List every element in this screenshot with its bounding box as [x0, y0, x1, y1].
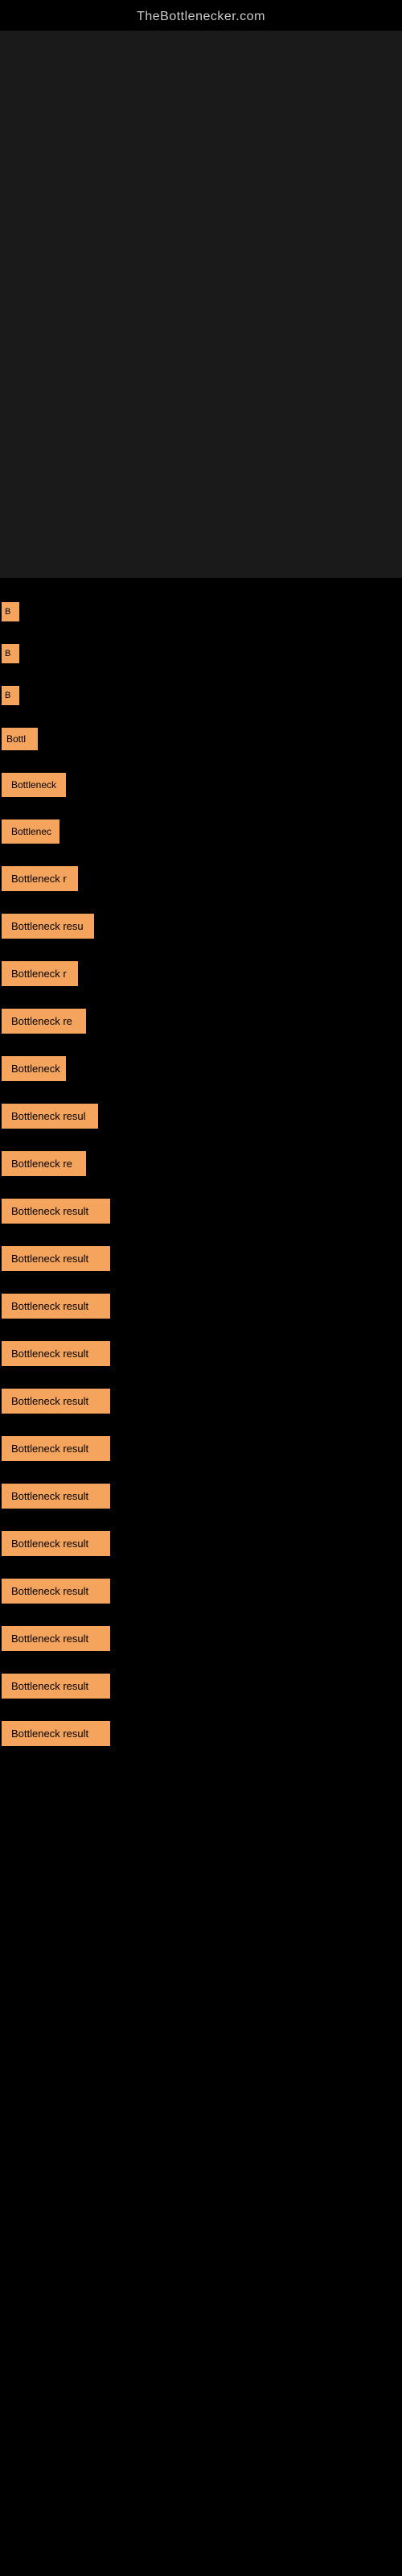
bottleneck-result-badge[interactable]: Bottleneck result [2, 1531, 110, 1556]
bottleneck-result-badge[interactable]: Bottleneck result [2, 1294, 110, 1319]
site-title: TheBottlenecker.com [0, 0, 402, 31]
bottleneck-result-badge[interactable]: Bottleneck result [2, 1199, 110, 1224]
result-row: B [2, 644, 402, 663]
result-row: Bottleneck result [2, 1721, 402, 1746]
result-row: Bottleneck result [2, 1246, 402, 1271]
result-row: Bottleneck re [2, 1009, 402, 1034]
result-row: Bottleneck result [2, 1531, 402, 1556]
bottleneck-result-badge[interactable]: Bottleneck r [2, 866, 78, 891]
result-row: Bottleneck result [2, 1436, 402, 1461]
result-row: Bottleneck resu [2, 914, 402, 939]
bottleneck-result-badge[interactable]: Bottleneck result [2, 1484, 110, 1509]
bottleneck-result-badge[interactable]: Bottleneck resul [2, 1104, 98, 1129]
bottleneck-result-badge[interactable]: Bottleneck result [2, 1436, 110, 1461]
result-row: Bottl [2, 728, 402, 750]
bottleneck-result-badge[interactable]: Bottl [2, 728, 38, 750]
result-row: Bottleneck r [2, 961, 402, 986]
bottleneck-result-badge[interactable]: Bottleneck resu [2, 914, 94, 939]
result-row: B [2, 602, 402, 621]
result-row: Bottleneck r [2, 866, 402, 891]
result-row: Bottleneck result [2, 1626, 402, 1651]
bottleneck-result-badge[interactable]: Bottlenec [2, 819, 59, 844]
bottleneck-result-badge[interactable]: B [2, 644, 19, 663]
result-row: Bottleneck [2, 773, 402, 797]
bottleneck-result-badge[interactable]: Bottleneck result [2, 1389, 110, 1414]
bottleneck-result-badge[interactable]: B [2, 602, 19, 621]
bottleneck-result-badge[interactable]: Bottleneck r [2, 961, 78, 986]
bottleneck-result-badge[interactable]: Bottleneck [2, 1056, 66, 1081]
bottleneck-result-badge[interactable]: Bottleneck result [2, 1579, 110, 1604]
bottleneck-result-badge[interactable]: Bottleneck re [2, 1009, 86, 1034]
bottleneck-result-badge[interactable]: Bottleneck result [2, 1341, 110, 1366]
results-section: B B B Bottl Bottleneck Bottlenec Bottlen… [0, 578, 402, 1746]
result-row: Bottleneck result [2, 1199, 402, 1224]
result-row: Bottleneck resul [2, 1104, 402, 1129]
bottleneck-result-badge[interactable]: Bottleneck result [2, 1721, 110, 1746]
result-row: Bottleneck result [2, 1341, 402, 1366]
result-row: Bottleneck result [2, 1579, 402, 1604]
result-row: Bottleneck result [2, 1294, 402, 1319]
bottleneck-result-badge[interactable]: Bottleneck result [2, 1674, 110, 1699]
bottleneck-result-badge[interactable]: B [2, 686, 19, 705]
chart-area [0, 31, 402, 578]
bottleneck-result-badge[interactable]: Bottleneck [2, 773, 66, 797]
result-row: Bottleneck result [2, 1389, 402, 1414]
bottleneck-result-badge[interactable]: Bottleneck result [2, 1626, 110, 1651]
bottleneck-result-badge[interactable]: Bottleneck result [2, 1246, 110, 1271]
result-row: Bottleneck result [2, 1484, 402, 1509]
result-row: Bottleneck re [2, 1151, 402, 1176]
result-row: Bottlenec [2, 819, 402, 844]
result-row: B [2, 686, 402, 705]
bottleneck-result-badge[interactable]: Bottleneck re [2, 1151, 86, 1176]
result-row: Bottleneck result [2, 1674, 402, 1699]
result-row: Bottleneck [2, 1056, 402, 1081]
